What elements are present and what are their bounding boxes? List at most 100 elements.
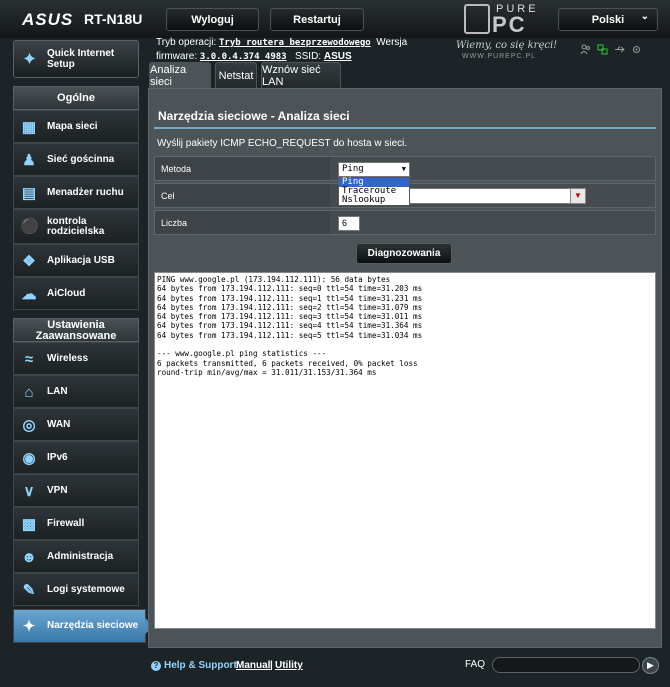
chevron-down-icon: ⌄ xyxy=(640,11,649,22)
ssid-label: SSID: xyxy=(294,51,322,62)
router-model: RT-N18U xyxy=(84,11,143,27)
asus-logo: ASUS xyxy=(22,10,74,29)
count-label: Liczba xyxy=(155,211,330,234)
watermark-slogan: Wiemy, co się kręci! xyxy=(456,40,558,51)
footer-separator: | xyxy=(270,660,273,671)
output-line: 64 bytes from 173.194.112.111: seq=2 ttl… xyxy=(157,302,423,312)
sidebar-item-label: Logi systemowe xyxy=(47,583,125,595)
usb-icon[interactable] xyxy=(614,42,625,53)
sidebar-item-label: Wireless xyxy=(47,352,89,364)
output-line: 64 bytes from 173.194.112.111: seq=1 ttl… xyxy=(157,293,423,303)
footer: ? Help & Support Manual | Utility FAQ ▶ xyxy=(148,654,662,678)
sidebar-item-label: AiCloud xyxy=(47,287,86,299)
tab-wake-on-lan[interactable]: Wznów sieć LAN xyxy=(261,62,341,88)
output-line: 64 bytes from 173.194.112.111: seq=5 ttl… xyxy=(157,330,423,340)
users-icon[interactable] xyxy=(580,42,591,55)
help-label: Help & Support xyxy=(164,660,237,671)
sidebar-item-aicloud[interactable]: ☁ AiCloud xyxy=(13,277,139,310)
method-option-nslookup[interactable]: Nslookup xyxy=(339,196,409,205)
firmware-version-label: Wersja xyxy=(376,37,408,48)
sidebar-item-vpn[interactable]: ∨ VPN xyxy=(13,474,139,507)
page-description: Wyślij pakiety ICMP ECHO_REQUEST do host… xyxy=(157,138,408,149)
sidebar-item-usb-application[interactable]: ❖ Aplikacja USB xyxy=(13,244,139,277)
operation-mode-link[interactable]: Tryb routera bezprzewodowego xyxy=(219,38,371,48)
faq-search-input[interactable] xyxy=(492,657,640,673)
sidebar-item-label: LAN xyxy=(47,385,68,397)
sidebar-item-label: Administracja xyxy=(47,550,114,562)
sidebar-item-wireless[interactable]: ≈ Wireless xyxy=(13,342,139,375)
count-input[interactable]: 6 xyxy=(338,216,360,231)
purepc-watermark: PURE PC xyxy=(462,2,558,38)
quick-internet-setup-button[interactable]: ✦ Quick Internet Setup xyxy=(13,40,139,78)
output-line: --- www.google.pl ping statistics --- xyxy=(157,349,327,359)
diagnose-button[interactable]: Diagnozowania xyxy=(356,243,452,264)
logout-button[interactable]: Wyloguj xyxy=(166,8,259,31)
sidebar-item-label: IPv6 xyxy=(47,451,68,463)
output-line: PING www.google.pl (173.194.112.111): 56… xyxy=(157,275,391,284)
watermark-url: WWW.PUREPC.PL xyxy=(462,53,537,60)
tab-network-analysis[interactable]: Analiza sieci xyxy=(149,62,211,88)
manual-link[interactable]: Manual xyxy=(236,660,270,671)
faq-search-button[interactable]: ▶ xyxy=(642,657,659,674)
sidebar-item-label: Firewall xyxy=(47,517,85,529)
guest-network-icon: ♟ xyxy=(22,152,36,169)
sidebar-item-network-map[interactable]: ▦ Mapa sieci xyxy=(13,110,139,143)
sidebar-item-label: Mapa sieci xyxy=(47,120,98,132)
utility-link[interactable]: Utility xyxy=(275,660,303,671)
network-tools-icon: ✦ xyxy=(22,618,36,635)
sidebar-item-administration[interactable]: ☻ Administracja xyxy=(13,540,139,573)
method-value: Ping xyxy=(342,164,364,174)
sidebar-item-network-tools[interactable]: ✦ Narzędzia sieciowe xyxy=(13,609,154,643)
wan-icon: ◎ xyxy=(22,417,36,434)
parental-control-icon: ⚫ xyxy=(20,218,39,235)
vpn-icon: ∨ xyxy=(23,483,35,500)
sidebar-item-label: Aplikacja USB xyxy=(47,254,115,266)
method-label: Metoda xyxy=(155,157,330,180)
firmware-link[interactable]: 3.0.0.4.374_4983 xyxy=(200,52,287,62)
sidebar-item-label: kontrola rodzicielska xyxy=(47,215,105,237)
output-line: 64 bytes from 173.194.112.111: seq=0 ttl… xyxy=(157,284,423,294)
dropdown-arrow-icon: ▼ xyxy=(401,165,406,173)
sidebar-item-lan[interactable]: ⌂ LAN xyxy=(13,375,139,408)
title-divider xyxy=(154,127,656,129)
tab-netstat[interactable]: Netstat xyxy=(215,62,257,88)
count-row: Liczba 6 xyxy=(154,210,656,235)
output-line: 6 packets transmitted, 6 packets receive… xyxy=(157,358,418,368)
wireless-icon: ≈ xyxy=(24,351,34,368)
watermark-pc: PC xyxy=(492,12,527,37)
quick-setup-label: Quick Internet Setup xyxy=(47,48,115,70)
output-line: 64 bytes from 173.194.112.111: seq=3 ttl… xyxy=(157,312,423,322)
language-select[interactable]: Polski ⌄ xyxy=(558,8,658,31)
sidebar-item-guest-network[interactable]: ♟ Sieć gościnna xyxy=(13,143,139,176)
lan-icon: ⌂ xyxy=(24,384,34,401)
sidebar-item-system-log[interactable]: ✎ Logi systemowe xyxy=(13,573,139,606)
sidebar-item-traffic-manager[interactable]: ▤ Menadżer ruchu xyxy=(13,176,139,209)
main-panel: Narzędzia sieciowe - Analiza sieci Wyśli… xyxy=(148,88,662,648)
faq-label: FAQ xyxy=(465,659,486,670)
output-textarea[interactable]: PING www.google.pl (173.194.112.111): 56… xyxy=(154,272,656,629)
firewall-icon: ▩ xyxy=(21,516,37,533)
magic-wand-icon: ✦ xyxy=(22,49,38,69)
help-support-link[interactable]: ? Help & Support xyxy=(151,660,237,671)
sidebar-item-label: WAN xyxy=(47,418,71,430)
firmware-label: firmware: xyxy=(156,51,198,62)
network-status-icon[interactable] xyxy=(597,42,608,55)
language-value: Polski xyxy=(591,13,625,26)
operation-mode-label: Tryb operacji: xyxy=(156,37,217,48)
sidebar-item-parental-control[interactable]: ⚫ kontrola rodzicielska xyxy=(13,209,139,244)
system-log-icon: ✎ xyxy=(22,582,36,599)
settings-icon[interactable] xyxy=(631,42,642,53)
sidebar-item-ipv6[interactable]: ◉ IPv6 xyxy=(13,441,139,474)
ssid-link[interactable]: ASUS xyxy=(324,51,352,62)
restart-button[interactable]: Restartuj xyxy=(270,8,364,31)
sidebar-item-firewall[interactable]: ▩ Firewall xyxy=(13,507,139,540)
sidebar-item-wan[interactable]: ◎ WAN xyxy=(13,408,139,441)
sidebar-item-label: VPN xyxy=(47,484,68,496)
help-icon: ? xyxy=(151,661,161,671)
method-select[interactable]: Ping ▼ xyxy=(338,162,410,177)
target-dropdown-button[interactable]: ▼ xyxy=(570,188,586,204)
target-label: Cel xyxy=(155,184,330,207)
status-icons xyxy=(580,42,642,55)
output-line: round-trip min/avg/max = 31.011/31.153/3… xyxy=(157,367,377,377)
